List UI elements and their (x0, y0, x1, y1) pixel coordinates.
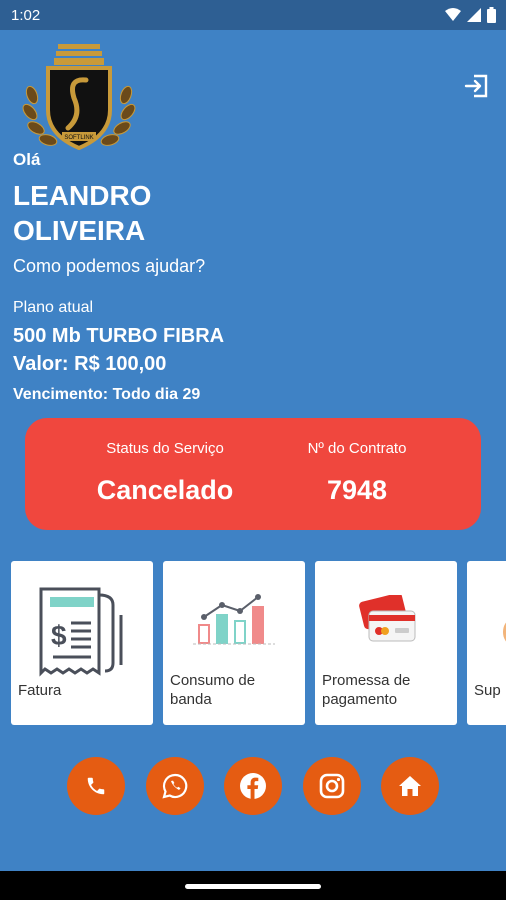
credit-card-icon (359, 595, 416, 642)
tile-promessa-pagamento-label: Promessa de pagamento (322, 672, 411, 708)
tile-fatura-label: Fatura (18, 682, 62, 699)
svg-text:$: $ (51, 620, 67, 651)
facebook-icon (240, 773, 266, 799)
phone-button[interactable] (67, 757, 125, 815)
bar-chart-icon (193, 594, 275, 645)
clock: 1:02 (11, 7, 41, 24)
plan-label: Plano atual (13, 299, 94, 316)
instagram-icon (319, 773, 345, 799)
service-status: Status do Serviço Cancelado (85, 440, 245, 506)
tile-consumo-banda[interactable]: Consumo de banda (163, 561, 305, 725)
user-name-line1: LEANDRO (13, 180, 152, 211)
battery-icon (487, 7, 496, 23)
instagram-button[interactable] (303, 757, 361, 815)
tile-suporte-label: Sup (474, 682, 501, 699)
service-status-card: Status do Serviço Cancelado Nº do Contra… (25, 418, 481, 530)
status-bar: 1:02 (0, 0, 506, 30)
contract-number-value: 7948 (326, 475, 388, 505)
plan-name: 500 Mb TURBO FIBRA (13, 325, 225, 347)
service-status-label: Status do Serviço (106, 440, 224, 457)
wifi-icon (445, 8, 461, 21)
support-icon (503, 622, 506, 642)
tile-suporte[interactable]: Sup (467, 561, 506, 725)
user-name-line2: OLIVEIRA (13, 215, 146, 246)
system-icons (445, 7, 496, 23)
contract-number-label: Nº do Contrato (307, 440, 407, 457)
signal-icon (467, 8, 481, 22)
tile-promessa-pagamento[interactable]: Promessa de pagamento (315, 561, 457, 725)
company-logo: SOFTLINK (22, 44, 136, 151)
whatsapp-button[interactable] (146, 757, 204, 815)
services-carousel[interactable]: $ Fatura Consumo de banda Promessa de pa… (11, 561, 506, 725)
svg-text:SOFTLINK: SOFTLINK (64, 135, 93, 141)
contract-number: Nº do Contrato 7948 (277, 440, 437, 506)
plan-due-date: Vencimento: Todo dia 29 (13, 386, 201, 403)
help-text: Como podemos ajudar? (13, 256, 206, 276)
greeting-hello: Olá (13, 150, 41, 169)
invoice-icon: $ (39, 587, 123, 677)
home-gesture-handle[interactable] (185, 884, 321, 889)
phone-icon (87, 777, 105, 795)
plan-value: Valor: R$ 100,00 (13, 353, 167, 375)
home-button[interactable] (381, 757, 439, 815)
home-icon (399, 776, 421, 796)
facebook-button[interactable] (224, 757, 282, 815)
logout-icon[interactable] (464, 73, 490, 99)
tile-consumo-banda-label: Consumo de banda (170, 672, 256, 708)
whatsapp-icon (162, 773, 188, 799)
user-name: LEANDRO OLIVEIRA (13, 178, 313, 248)
system-navigation-bar (0, 871, 506, 900)
service-status-value: Cancelado (96, 475, 234, 505)
tile-fatura[interactable]: $ Fatura (11, 561, 153, 725)
